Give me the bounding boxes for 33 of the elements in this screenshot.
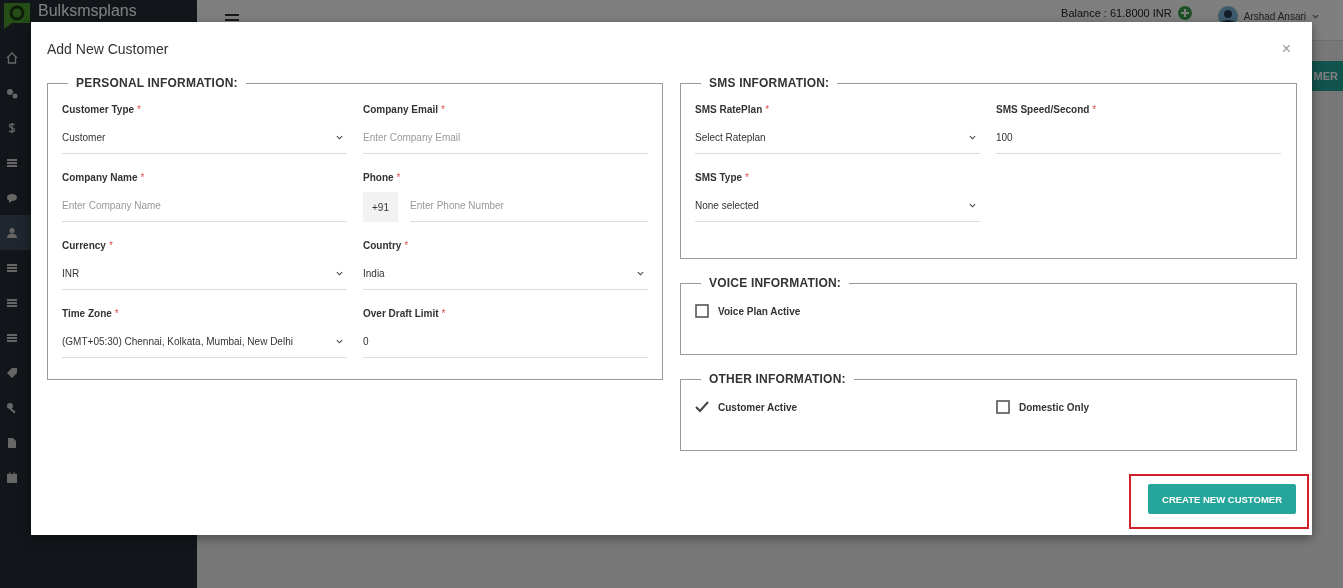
- field-label: SMS RatePlan: [695, 104, 763, 115]
- required-mark: *: [140, 172, 145, 183]
- field-label: SMS Speed/Second: [996, 104, 1090, 115]
- field-label: Country: [363, 240, 402, 251]
- field-label: Customer Type: [62, 104, 135, 115]
- required-mark: *: [441, 308, 446, 319]
- field-label: Company Name: [62, 172, 138, 183]
- required-mark: *: [114, 308, 119, 319]
- phone-prefix: +91: [363, 192, 398, 222]
- field-label: Phone: [363, 172, 394, 183]
- checkbox-label: Domestic Only: [1019, 401, 1090, 413]
- field-label: Time Zone: [62, 308, 112, 319]
- section-title: SMS INFORMATION:: [708, 76, 831, 90]
- dialog-title: Add New Customer: [47, 41, 169, 57]
- checkbox-label: Voice Plan Active: [718, 305, 801, 317]
- section-title: VOICE INFORMATION:: [708, 276, 843, 290]
- field-label: Company Email: [363, 104, 439, 115]
- required-mark: *: [108, 240, 113, 251]
- required-mark: *: [404, 240, 409, 251]
- required-mark: *: [765, 104, 770, 115]
- balance-text: Balance : 61.8000 INR: [1061, 7, 1172, 19]
- section-title: PERSONAL INFORMATION:: [75, 76, 239, 90]
- required-mark: *: [441, 104, 445, 115]
- required-mark: *: [137, 104, 141, 115]
- required-mark: *: [745, 172, 749, 183]
- required-mark: *: [1092, 104, 1097, 115]
- field-label: Currency: [62, 240, 106, 251]
- field-label: Over Draft Limit: [363, 308, 439, 319]
- section-title: OTHER INFORMATION:: [708, 372, 847, 386]
- field-label: SMS Type: [695, 172, 743, 183]
- required-mark: *: [396, 172, 401, 183]
- logo-text: Bulksmsplans: [38, 1, 137, 20]
- checkbox-label: Customer Active: [718, 401, 798, 413]
